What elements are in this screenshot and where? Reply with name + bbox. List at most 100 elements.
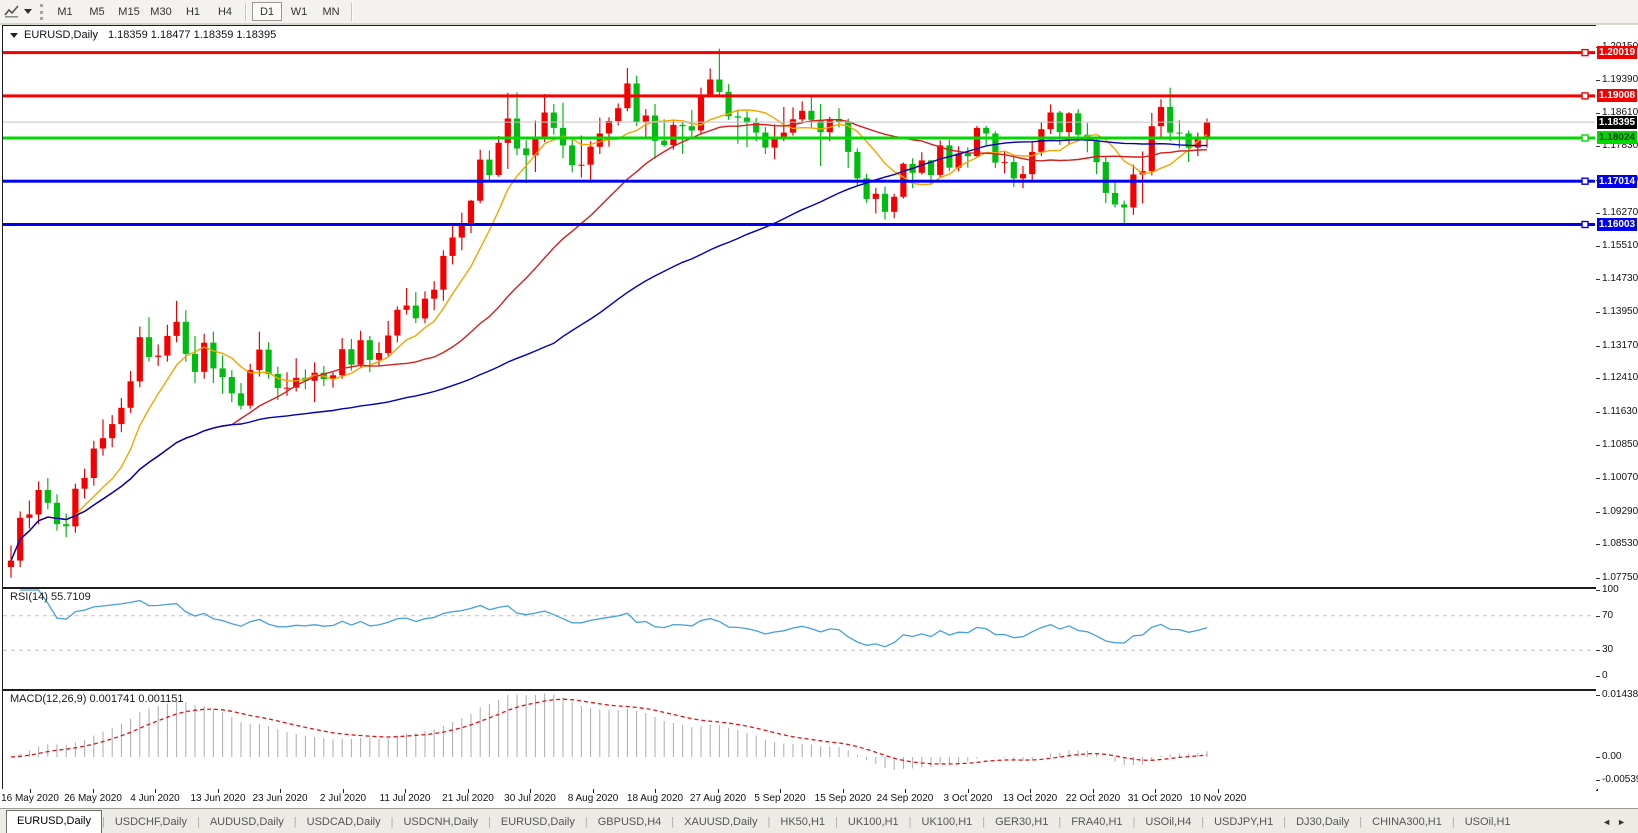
chart-tab-audusd-daily[interactable]: AUDUSD,Daily bbox=[200, 812, 294, 833]
timeframe-button-m15[interactable]: M15 bbox=[114, 2, 144, 21]
candles-layer bbox=[8, 49, 1210, 578]
axis-tick bbox=[1596, 676, 1600, 677]
chart-tab-usoil-h4[interactable]: USOil,H4 bbox=[1135, 812, 1201, 833]
price-chart-canvas[interactable] bbox=[3, 26, 1595, 585]
hline-1.16003[interactable] bbox=[3, 222, 1595, 228]
rsi-label: RSI(14) 55.7109 bbox=[10, 591, 91, 603]
tab-scroll-right-icon[interactable]: ► bbox=[1617, 817, 1632, 827]
trading-terminal-window: M1M5M15M30H1H4 D1W1MN EURUSD,Daily 1.1835… bbox=[0, 0, 1638, 833]
axis-tick bbox=[1596, 512, 1600, 513]
rsi-tick-label: 100 bbox=[1602, 584, 1619, 596]
timeframe-button-h1[interactable]: H1 bbox=[178, 2, 208, 21]
chart-tab-xauusd-daily[interactable]: XAUUSD,Daily bbox=[674, 812, 767, 833]
collapse-chart-icon[interactable] bbox=[10, 33, 18, 38]
chart-tab-usdcad-daily[interactable]: USDCAD,Daily bbox=[297, 812, 391, 833]
chart-tab-eurusd-daily[interactable]: EURUSD,Daily bbox=[491, 812, 585, 833]
rsi-tick-label: 70 bbox=[1602, 610, 1613, 622]
timeframe-button-w1[interactable]: W1 bbox=[284, 2, 314, 21]
tab-scroll-left-icon[interactable]: ◄ bbox=[1602, 817, 1617, 827]
axis-tick bbox=[1596, 578, 1600, 579]
price-axis[interactable]: 1.201501.193901.186101.178301.170501.162… bbox=[1596, 25, 1638, 789]
axis-tick bbox=[1596, 590, 1600, 591]
ma-mid-line bbox=[11, 120, 1207, 561]
chart-ohlc-values: 1.18359 1.18477 1.18359 1.18395 bbox=[108, 29, 276, 41]
axis-tick bbox=[1596, 312, 1600, 313]
rsi-line bbox=[20, 590, 1207, 647]
toolbar-separator bbox=[245, 3, 247, 21]
macd-canvas[interactable] bbox=[3, 691, 1595, 788]
chart-tab-gbpusd-h4[interactable]: GBPUSD,H4 bbox=[588, 812, 672, 833]
hline-1.18024[interactable] bbox=[3, 135, 1595, 141]
time-axis[interactable]: 16 May 202026 May 20204 Jun 202013 Jun 2… bbox=[2, 789, 1596, 808]
price-tick-label: 1.13170 bbox=[1602, 340, 1638, 352]
macd-histogram bbox=[11, 694, 1207, 771]
price-tick-label: 1.19390 bbox=[1602, 74, 1638, 86]
price-tick-label: 1.11630 bbox=[1602, 406, 1637, 418]
timeframe-button-m30[interactable]: M30 bbox=[146, 2, 176, 21]
price-tick-label: 1.12410 bbox=[1602, 372, 1638, 384]
axis-tick bbox=[1596, 346, 1600, 347]
rsi-canvas[interactable] bbox=[3, 589, 1595, 687]
current-price-label: 1.18395 bbox=[1597, 116, 1637, 129]
chart-style-icon[interactable] bbox=[4, 4, 20, 19]
chart-tab-uk100-h1[interactable]: UK100,H1 bbox=[838, 812, 909, 833]
price-tick-label: 1.07750 bbox=[1602, 572, 1638, 584]
axis-tick bbox=[1596, 478, 1600, 479]
chart-tab-usdchf-daily[interactable]: USDCHF,Daily bbox=[105, 812, 197, 833]
axis-tick bbox=[1596, 616, 1600, 617]
ma-slow-line bbox=[11, 140, 1207, 561]
price-tick-label: 1.14730 bbox=[1602, 273, 1638, 285]
timeframe-button-mn[interactable]: MN bbox=[316, 2, 346, 21]
axis-tick bbox=[1596, 213, 1600, 214]
axis-tick bbox=[1596, 650, 1600, 651]
axis-tick bbox=[1596, 445, 1600, 446]
axis-tick bbox=[1596, 695, 1600, 696]
hline-price-label: 1.16003 bbox=[1597, 218, 1637, 231]
axis-tick bbox=[1596, 780, 1600, 781]
macd-tick-label: 0.00 bbox=[1602, 751, 1621, 763]
chart-tab-hk50-h1[interactable]: HK50,H1 bbox=[770, 812, 835, 833]
chart-tab-uk100-h1[interactable]: UK100,H1 bbox=[912, 812, 983, 833]
hline-1.19008[interactable] bbox=[3, 93, 1595, 99]
axis-tick bbox=[1596, 246, 1600, 247]
chart-tab-usoil-h1[interactable]: USOil,H1 bbox=[1455, 812, 1521, 833]
chart-tab-dj30-daily[interactable]: DJ30,Daily bbox=[1286, 812, 1359, 833]
chart-tab-usdjpy-h1[interactable]: USDJPY,H1 bbox=[1204, 812, 1283, 833]
rsi-panel[interactable]: RSI(14) 55.7109 bbox=[2, 588, 1598, 690]
timeframe-button-m5[interactable]: M5 bbox=[82, 2, 112, 21]
hline-1.17014[interactable] bbox=[3, 178, 1595, 184]
hline-price-label: 1.18024 bbox=[1597, 131, 1637, 144]
caret-down-icon[interactable] bbox=[24, 9, 32, 14]
macd-label: MACD(12,26,9) 0.001741 0.001151 bbox=[10, 693, 183, 705]
timeframe-button-d1[interactable]: D1 bbox=[252, 2, 282, 21]
time-tick-label: 10 Nov 2020 bbox=[1173, 793, 1263, 804]
chart-tab-china300-h1[interactable]: CHINA300,H1 bbox=[1362, 812, 1452, 833]
axis-tick bbox=[1596, 757, 1600, 758]
axis-tick bbox=[1596, 279, 1600, 280]
price-tick-label: 1.13950 bbox=[1602, 306, 1638, 318]
toolbar-grip-handle[interactable] bbox=[40, 4, 43, 20]
axis-tick bbox=[1596, 113, 1600, 114]
hline-1.20019[interactable] bbox=[3, 50, 1595, 56]
price-tick-label: 1.08530 bbox=[1602, 538, 1638, 550]
axis-tick bbox=[1596, 80, 1600, 81]
macd-panel[interactable]: MACD(12,26,9) 0.001741 0.001151 bbox=[2, 690, 1598, 791]
price-tick-label: 1.09290 bbox=[1602, 506, 1638, 518]
price-tick-label: 1.10070 bbox=[1602, 472, 1638, 484]
timeframe-button-h4[interactable]: H4 bbox=[210, 2, 240, 21]
chart-tab-usdcnh-daily[interactable]: USDCNH,Daily bbox=[393, 812, 488, 833]
ma-fast-line bbox=[11, 110, 1207, 561]
hline-price-label: 1.19008 bbox=[1597, 89, 1637, 102]
timeframe-toolbar: M1M5M15M30H1H4 D1W1MN bbox=[0, 0, 1638, 25]
hline-price-label: 1.20019 bbox=[1597, 46, 1637, 59]
chart-tab-eurusd-daily[interactable]: EURUSD,Daily bbox=[6, 810, 102, 833]
main-chart-panel[interactable]: EURUSD,Daily 1.18359 1.18477 1.18359 1.1… bbox=[2, 25, 1598, 588]
axis-tick bbox=[1596, 412, 1600, 413]
timeframe-button-m1[interactable]: M1 bbox=[50, 2, 80, 21]
chart-tab-bar: EURUSD,Daily|USDCHF,Daily|AUDUSD,Daily|U… bbox=[0, 808, 1638, 833]
price-tick-label: 1.15510 bbox=[1602, 240, 1638, 252]
chart-tab-fra40-h1[interactable]: FRA40,H1 bbox=[1061, 812, 1132, 833]
hline-price-label: 1.17014 bbox=[1597, 175, 1637, 188]
rsi-tick-label: 0 bbox=[1602, 670, 1608, 682]
chart-tab-ger30-h1[interactable]: GER30,H1 bbox=[985, 812, 1058, 833]
